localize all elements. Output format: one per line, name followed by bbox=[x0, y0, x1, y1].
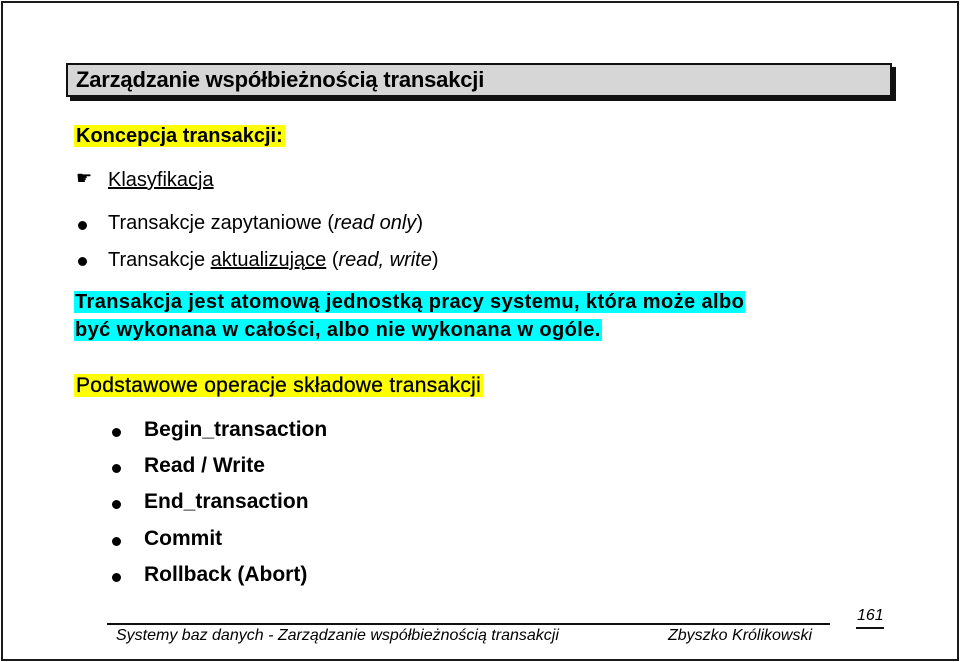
item-emphasis: read, write bbox=[338, 249, 432, 271]
operation-item: Read / Write bbox=[144, 454, 265, 477]
section1-heading-text: Koncepcja transakcji: bbox=[74, 125, 285, 147]
page-number: 161 bbox=[857, 607, 884, 624]
item-text: Transakcje bbox=[108, 249, 211, 271]
list-item-update-transactions: Transakcje aktualizujące (read, write) bbox=[108, 249, 439, 272]
item-emphasis: read only bbox=[334, 212, 417, 234]
operation-item: Commit bbox=[144, 527, 223, 550]
operation-item: Rollback (Abort) bbox=[144, 563, 308, 586]
list-item-query-transactions: Transakcje zapytaniowe (read only) bbox=[108, 212, 423, 235]
item-text: Transakcje zapytaniowe ( bbox=[108, 212, 335, 234]
footer-author: Zbyszko Królikowski bbox=[668, 627, 813, 644]
item-suffix: ) bbox=[416, 212, 423, 234]
footer-course-title: Systemy baz danych - Zarządzanie współbi… bbox=[116, 627, 559, 644]
page-number-underline bbox=[856, 627, 884, 629]
classification-subheading: Klasyfikacja bbox=[108, 169, 214, 191]
operation-item: End_transaction bbox=[144, 490, 309, 513]
item-middle: ( bbox=[326, 249, 339, 271]
section2-heading-text: Podstawowe operacje składowe transakcji bbox=[74, 374, 484, 397]
slide-title-box: Zarządzanie współbieżnością transakcji bbox=[66, 63, 892, 97]
definition-line-2: być wykonana w całości, albo nie wykonan… bbox=[74, 319, 602, 341]
item-suffix: ) bbox=[431, 249, 439, 271]
item-underlined: aktualizujące bbox=[210, 249, 327, 271]
bullet-icon bbox=[112, 537, 121, 546]
bullet-icon bbox=[112, 573, 121, 582]
pointing-hand-icon: ☛ bbox=[76, 168, 93, 188]
bullet-icon bbox=[112, 500, 121, 509]
bullet-icon bbox=[78, 257, 87, 266]
definition-line-1: Transakcja jest atomową jednostką pracy … bbox=[74, 291, 746, 313]
bullet-icon bbox=[78, 221, 87, 230]
section2-heading: Podstawowe operacje składowe transakcji bbox=[74, 374, 484, 398]
slide-title: Zarządzanie współbieżnością transakcji bbox=[76, 67, 485, 92]
section1-heading: Koncepcja transakcji: bbox=[74, 125, 285, 148]
operation-item: Begin_transaction bbox=[144, 418, 328, 441]
definition-paragraph: Transakcja jest atomową jednostką pracy … bbox=[74, 288, 746, 344]
footer-divider bbox=[107, 623, 830, 625]
bullet-icon bbox=[112, 464, 121, 473]
bullet-icon bbox=[112, 428, 121, 437]
